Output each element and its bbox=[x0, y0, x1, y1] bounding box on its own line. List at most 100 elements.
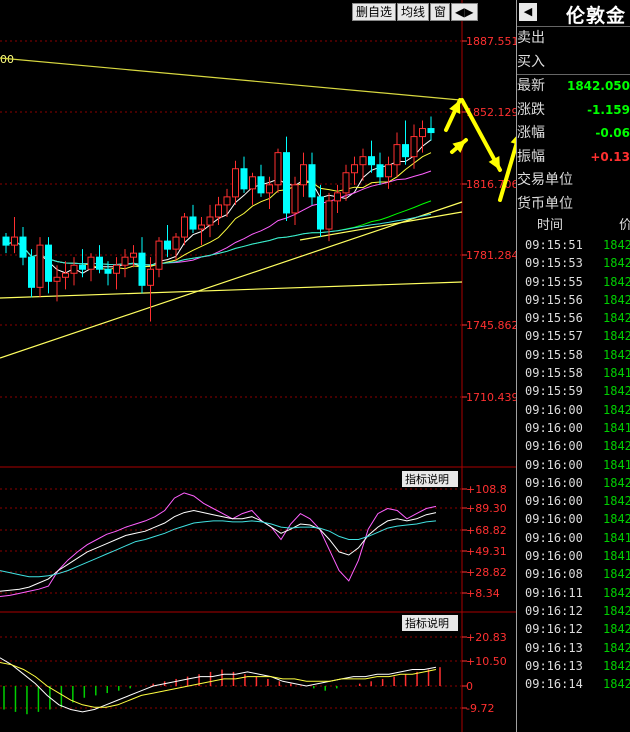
candle-body[interactable] bbox=[113, 264, 120, 274]
candle-body[interactable] bbox=[419, 128, 426, 138]
moving-average-button[interactable]: 均线 bbox=[397, 3, 430, 21]
tick-row: 09:16:00 1841 bbox=[517, 547, 630, 565]
tick-row: 09:15:59 1842 bbox=[517, 382, 630, 400]
candle-body[interactable] bbox=[36, 244, 44, 288]
candle-body[interactable] bbox=[393, 144, 401, 166]
candle-body[interactable] bbox=[359, 156, 367, 166]
tick-price: 1842 bbox=[603, 640, 630, 655]
candle-body[interactable] bbox=[155, 240, 163, 270]
y-tick-label: 1887.551 bbox=[466, 35, 516, 48]
candle-body[interactable] bbox=[291, 184, 299, 214]
candle-body[interactable] bbox=[283, 152, 290, 214]
candle-body[interactable] bbox=[300, 164, 307, 186]
candle-body[interactable] bbox=[274, 152, 282, 186]
tick-row: 09:16:00 1842 bbox=[517, 510, 630, 528]
tick-row: 09:15:53 1842 bbox=[517, 254, 630, 272]
candle-body[interactable] bbox=[198, 224, 205, 230]
candle-body[interactable] bbox=[96, 256, 103, 270]
candle-body[interactable] bbox=[121, 256, 129, 266]
candle-body[interactable] bbox=[181, 216, 188, 238]
candle-body[interactable] bbox=[19, 236, 27, 258]
candle-body[interactable] bbox=[11, 236, 18, 246]
candle-body[interactable] bbox=[147, 268, 154, 286]
candle-body[interactable] bbox=[164, 240, 171, 250]
tick-price: 1842 bbox=[603, 585, 630, 600]
candle-body[interactable] bbox=[104, 268, 112, 274]
candle-body[interactable] bbox=[249, 176, 256, 190]
candle-body[interactable] bbox=[308, 164, 316, 198]
candle-body[interactable] bbox=[215, 204, 222, 218]
tick-header: 时间 价 bbox=[517, 216, 630, 236]
tick-row: 09:16:00 1842 bbox=[517, 401, 630, 419]
tick-time: 09:16:00 bbox=[525, 457, 583, 472]
remove-watchlist-button[interactable]: 删自选 bbox=[352, 3, 397, 21]
tick-time: 09:16:00 bbox=[525, 420, 583, 435]
candle-body[interactable] bbox=[317, 196, 324, 230]
quote-value: +0.13 bbox=[590, 149, 630, 164]
tick-price: 1842 bbox=[603, 274, 630, 289]
trendline bbox=[0, 201, 463, 359]
candle-body[interactable] bbox=[334, 192, 341, 202]
candle-body[interactable] bbox=[257, 176, 265, 194]
candle-body[interactable] bbox=[70, 264, 78, 274]
tick-price: 1841 bbox=[603, 457, 630, 472]
candle-body[interactable] bbox=[351, 164, 358, 174]
tick-list[interactable]: 09:15:51 1842 09:15:53 1842 09:15:55 1842 09:1… bbox=[517, 236, 630, 693]
candle-body[interactable] bbox=[342, 172, 350, 194]
y-tick-label: +20.83 bbox=[466, 631, 507, 644]
candle-body[interactable] bbox=[138, 252, 146, 286]
candle-body[interactable] bbox=[325, 200, 333, 230]
candle-body[interactable] bbox=[410, 136, 418, 158]
candle-body[interactable] bbox=[240, 168, 248, 190]
candle-body[interactable] bbox=[79, 264, 86, 270]
y-tick-label: +28.82 bbox=[466, 566, 507, 579]
candle-body[interactable] bbox=[206, 216, 214, 226]
toggle-panel-button[interactable]: ◀▶ bbox=[451, 3, 478, 21]
candle-body[interactable] bbox=[53, 276, 61, 282]
tick-row: 09:15:56 1842 bbox=[517, 291, 630, 309]
candle-body[interactable] bbox=[385, 164, 392, 178]
candle-body[interactable] bbox=[62, 272, 69, 278]
quote-label: 货币单位 bbox=[517, 195, 573, 212]
y-tick-label: 1781.284 bbox=[466, 249, 516, 262]
candle-body[interactable] bbox=[189, 216, 197, 230]
tick-time: 09:16:14 bbox=[525, 677, 583, 692]
candle-body[interactable] bbox=[368, 156, 375, 166]
indicator-panel-2[interactable]: 指标说明 bbox=[0, 615, 458, 715]
tick-time: 09:15:56 bbox=[525, 292, 583, 307]
tick-price: 1842 bbox=[603, 238, 630, 252]
candle-body[interactable] bbox=[28, 256, 35, 288]
tick-price: 1842 bbox=[603, 256, 630, 271]
candle-body[interactable] bbox=[402, 144, 409, 158]
candle-body[interactable] bbox=[232, 168, 239, 198]
candle-body[interactable] bbox=[87, 256, 95, 270]
candle-body[interactable] bbox=[223, 196, 231, 206]
price-panel[interactable]: 00 bbox=[0, 53, 463, 359]
y-tick-label: 1816.706 bbox=[466, 178, 516, 191]
tick-row: 09:16:12 1842 bbox=[517, 602, 630, 620]
indicator-panel-1[interactable]: 指标说明 bbox=[0, 471, 458, 597]
candle-body[interactable] bbox=[266, 184, 273, 194]
indicator-line bbox=[0, 520, 437, 578]
candle-body[interactable] bbox=[172, 236, 180, 250]
candle-body[interactable] bbox=[2, 236, 10, 246]
candle-body[interactable] bbox=[427, 128, 435, 134]
y-tick-label: +8.34 bbox=[466, 587, 500, 600]
candle-body[interactable] bbox=[376, 164, 384, 178]
tick-price: 1842 bbox=[603, 292, 630, 307]
chart-toolbar: 删自选 均线 窗 ◀▶ bbox=[352, 3, 479, 21]
tick-time: 09:15:56 bbox=[525, 311, 583, 326]
tick-row: 09:15:57 1842 bbox=[517, 327, 630, 345]
sidebar-nav-icon[interactable]: ◀ bbox=[519, 3, 537, 21]
tick-price: 1842 bbox=[603, 622, 630, 637]
chart-area[interactable]: 00 指标说明 指标说明 1887.5511852.1291816.706178… bbox=[0, 0, 516, 732]
tick-row: 09:16:00 1842 bbox=[517, 474, 630, 492]
candle-body[interactable] bbox=[130, 252, 137, 258]
quote-label: 涨幅 bbox=[517, 125, 545, 141]
indicator-label[interactable]: 指标说明 bbox=[405, 616, 449, 630]
tick-row: 09:16:00 1842 bbox=[517, 492, 630, 510]
candle-body[interactable] bbox=[45, 244, 52, 282]
indicator-label[interactable]: 指标说明 bbox=[405, 472, 449, 486]
tick-time: 09:16:12 bbox=[525, 622, 583, 637]
window-button[interactable]: 窗 bbox=[430, 3, 451, 21]
